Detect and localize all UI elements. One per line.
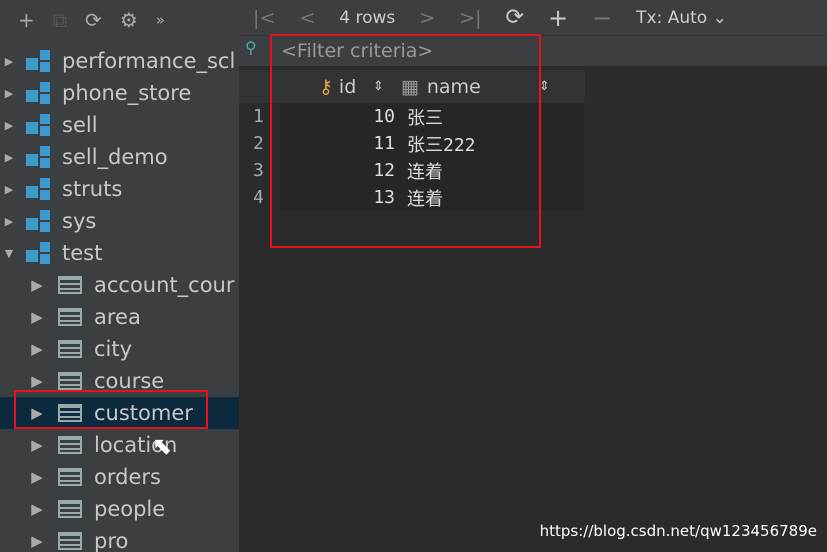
- schema-label: sell_demo: [62, 145, 168, 169]
- table-icon: [58, 468, 82, 486]
- table-icon: [58, 532, 82, 550]
- highlight-box-customer: [14, 390, 208, 429]
- table-icon: [58, 308, 82, 326]
- table-label: pro: [94, 529, 129, 552]
- table-location[interactable]: ▶ location: [0, 429, 239, 461]
- schema-sell_demo[interactable]: ▶ sell_demo: [0, 141, 239, 173]
- tree-toolbar: + ⧉ ⟳ ⚙ »: [0, 0, 239, 40]
- schema-label: sys: [62, 209, 97, 233]
- delete-row-button[interactable]: −: [592, 4, 612, 32]
- schema-label: phone_store: [62, 81, 192, 105]
- collapsed-arrow-icon[interactable]: ▶: [2, 151, 16, 164]
- schema-icon: [26, 242, 52, 264]
- database-tree: + ⧉ ⟳ ⚙ » ▶ performance_scl ▶ phone_stor…: [0, 0, 239, 552]
- table-people[interactable]: ▶ people: [0, 493, 239, 525]
- collapsed-arrow-icon[interactable]: ▶: [2, 215, 16, 228]
- add-icon[interactable]: +: [18, 8, 35, 32]
- schema-label: sell: [62, 113, 98, 137]
- tx-mode-dropdown[interactable]: Tx: Auto ⌄: [636, 8, 727, 28]
- schema-icon: [26, 50, 52, 72]
- table-label: account_cour: [94, 273, 235, 297]
- add-row-button[interactable]: +: [548, 4, 568, 32]
- collapsed-arrow-icon[interactable]: ▶: [28, 372, 46, 390]
- table-label: city: [94, 337, 133, 361]
- table-area[interactable]: ▶ area: [0, 301, 239, 333]
- schema-phone_store[interactable]: ▶ phone_store: [0, 77, 239, 109]
- schema-sys[interactable]: ▶ sys: [0, 205, 239, 237]
- watermark: https://blog.csdn.net/qw123456789e: [539, 522, 817, 540]
- table-label: orders: [94, 465, 161, 489]
- schema-test[interactable]: ▼ test: [0, 237, 239, 269]
- schema-label: test: [62, 241, 103, 265]
- collapsed-arrow-icon[interactable]: ▶: [28, 308, 46, 326]
- refresh-icon[interactable]: ⟳: [85, 8, 102, 32]
- collapsed-arrow-icon[interactable]: ▶: [2, 183, 16, 196]
- schema-label: performance_scl: [62, 49, 236, 73]
- collapsed-arrow-icon[interactable]: ▶: [28, 276, 46, 294]
- table-icon: [58, 340, 82, 358]
- schema-performance_scl[interactable]: ▶ performance_scl: [0, 45, 239, 77]
- mouse-cursor-icon: ⬉: [152, 432, 173, 460]
- schema-label: struts: [62, 177, 123, 201]
- table-label: area: [94, 305, 141, 329]
- table-city[interactable]: ▶ city: [0, 333, 239, 365]
- collapsed-arrow-icon[interactable]: ▶: [2, 119, 16, 132]
- schema-icon: [26, 146, 52, 168]
- table-orders[interactable]: ▶ orders: [0, 461, 239, 493]
- schema-icon: [26, 178, 52, 200]
- search-icon: ⚲: [245, 38, 257, 57]
- data-toolbar: |< < 4 rows > >| ⟳ + − Tx: Auto ⌄: [239, 0, 827, 36]
- row-count: 4 rows: [339, 7, 396, 28]
- last-page-button[interactable]: >|: [459, 7, 481, 29]
- collapsed-arrow-icon[interactable]: ▶: [28, 468, 46, 486]
- more-icon[interactable]: »: [156, 11, 165, 29]
- refresh-icon[interactable]: ⟳: [506, 5, 524, 30]
- duplicate-icon[interactable]: ⧉: [53, 8, 67, 32]
- table-icon: [58, 500, 82, 518]
- schema-icon: [26, 114, 52, 136]
- highlight-box-grid: [270, 34, 541, 248]
- collapsed-arrow-icon[interactable]: ▶: [28, 340, 46, 358]
- properties-icon[interactable]: ⚙: [120, 8, 138, 32]
- next-page-button[interactable]: >: [419, 7, 435, 29]
- first-page-button[interactable]: |<: [253, 7, 275, 29]
- collapsed-arrow-icon[interactable]: ▶: [2, 55, 16, 68]
- schema-icon: [26, 210, 52, 232]
- collapsed-arrow-icon[interactable]: ▶: [28, 532, 46, 550]
- table-icon: [58, 276, 82, 294]
- table-label: people: [94, 497, 166, 521]
- table-pro[interactable]: ▶ pro: [0, 525, 239, 552]
- table-account_cour[interactable]: ▶ account_cour: [0, 269, 239, 301]
- table-icon: [58, 372, 82, 390]
- prev-page-button[interactable]: <: [299, 7, 315, 29]
- schema-icon: [26, 82, 52, 104]
- collapsed-arrow-icon[interactable]: ▶: [28, 500, 46, 518]
- collapsed-arrow-icon[interactable]: ▶: [2, 87, 16, 100]
- expanded-arrow-icon[interactable]: ▼: [2, 247, 16, 260]
- schema-sell[interactable]: ▶ sell: [0, 109, 239, 141]
- table-icon: [58, 436, 82, 454]
- collapsed-arrow-icon[interactable]: ▶: [28, 436, 46, 454]
- schema-struts[interactable]: ▶ struts: [0, 173, 239, 205]
